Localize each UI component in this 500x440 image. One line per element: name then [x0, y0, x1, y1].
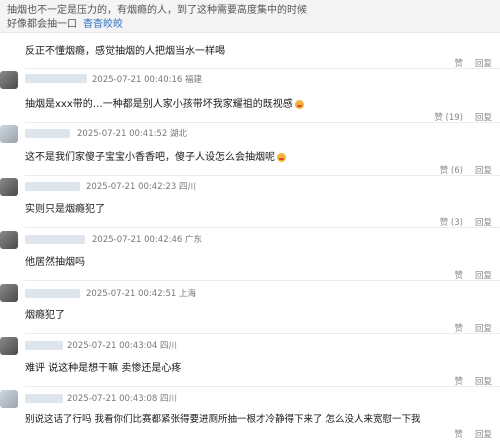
username[interactable] — [25, 74, 87, 83]
avatar[interactable] — [0, 284, 18, 302]
comment-meta: 2025-07-21 00:41:52 湖北 — [77, 127, 187, 139]
divider — [25, 175, 500, 176]
timestamp: 2025-07-21 00:42:23 — [86, 182, 177, 192]
comment-text: 别说这话了行吗 我看你们比赛都紧张得要进厕所抽一根才冷静得下来了 怎么没人来宽慰… — [25, 414, 421, 425]
comment-text: 烟瘾犯了 — [25, 310, 65, 321]
emoji-icon — [277, 152, 286, 162]
comment-meta: 2025-07-21 00:42:23 四川 — [86, 180, 196, 192]
quoted-text-line1: 抽烟也不一定是压力的，有烟瘾的人，到了这种需要高度集中的时候 — [7, 5, 307, 16]
divider — [25, 386, 500, 387]
quoted-comment: 抽烟也不一定是压力的，有烟瘾的人，到了这种需要高度集中的时候 好像都会抽一口 杳杳… — [0, 0, 500, 33]
comment-text: 反正不懂烟瘾，感觉抽烟的人把烟当水一样喝 — [25, 46, 225, 57]
comment-actions: 赞 回复 — [442, 428, 492, 440]
comment-text: 这不是我们家傻子宝宝小香香吧，傻子人设怎么会抽烟呢 — [25, 148, 286, 163]
comment-text: 他居然抽烟吗 — [25, 257, 85, 268]
emoji-icon — [294, 99, 304, 109]
quoted-text-line2: 好像都会抽一口 杳杳皎皎 — [7, 15, 123, 30]
timestamp: 2025-07-21 00:42:46 — [92, 235, 183, 245]
quoted-text: 好像都会抽一口 — [7, 19, 77, 30]
username[interactable] — [25, 394, 63, 403]
username[interactable] — [25, 289, 80, 298]
username[interactable] — [25, 182, 80, 191]
timestamp: 2025-07-21 00:43:04 — [67, 341, 158, 351]
timestamp: 2025-07-21 00:42:51 — [86, 289, 177, 299]
username[interactable] — [25, 235, 85, 244]
divider — [25, 122, 500, 123]
divider — [25, 333, 500, 334]
divider — [25, 280, 500, 281]
location: 四川 — [159, 341, 177, 351]
reply-button[interactable]: 回复 — [475, 430, 492, 440]
like-button[interactable]: 赞 — [454, 430, 463, 440]
timestamp: 2025-07-21 00:43:08 — [67, 394, 158, 404]
timestamp: 2025-07-21 00:41:52 — [77, 129, 168, 139]
quoted-author-link[interactable]: 杳杳皎皎 — [83, 19, 123, 30]
avatar[interactable] — [0, 337, 18, 355]
username[interactable] — [25, 341, 63, 350]
location: 广东 — [184, 235, 202, 245]
username[interactable] — [25, 129, 70, 138]
comment-meta: 2025-07-21 00:40:16 福建 — [92, 73, 202, 85]
divider — [25, 68, 500, 69]
comment-text: 难评 说这种是想干嘛 卖惨还是心疼 — [25, 363, 182, 374]
comment-text: 抽烟是xxx带的…一种都是别人家小孩带坏我家耀祖的既视感 — [25, 95, 304, 110]
divider — [25, 227, 500, 228]
timestamp: 2025-07-21 00:40:16 — [92, 75, 183, 85]
avatar[interactable] — [0, 71, 18, 89]
comment-body: 抽烟是xxx带的…一种都是别人家小孩带坏我家耀祖的既视感 — [25, 99, 293, 110]
location: 湖北 — [169, 129, 187, 139]
avatar[interactable] — [0, 125, 18, 143]
comment-meta: 2025-07-21 00:42:46 广东 — [92, 233, 202, 245]
avatar[interactable] — [0, 390, 18, 408]
avatar[interactable] — [0, 231, 18, 249]
avatar[interactable] — [0, 178, 18, 196]
location: 福建 — [184, 75, 202, 85]
comment-meta: 2025-07-21 00:43:08 四川 — [67, 392, 177, 404]
comment-meta: 2025-07-21 00:43:04 四川 — [67, 339, 177, 351]
comment-meta: 2025-07-21 00:42:51 上海 — [86, 287, 196, 299]
comment-body: 这不是我们家傻子宝宝小香香吧，傻子人设怎么会抽烟呢 — [25, 152, 275, 163]
location: 四川 — [159, 394, 177, 404]
comment-text: 实则只是烟瘾犯了 — [25, 204, 105, 215]
location: 四川 — [178, 182, 196, 192]
location: 上海 — [178, 289, 196, 299]
